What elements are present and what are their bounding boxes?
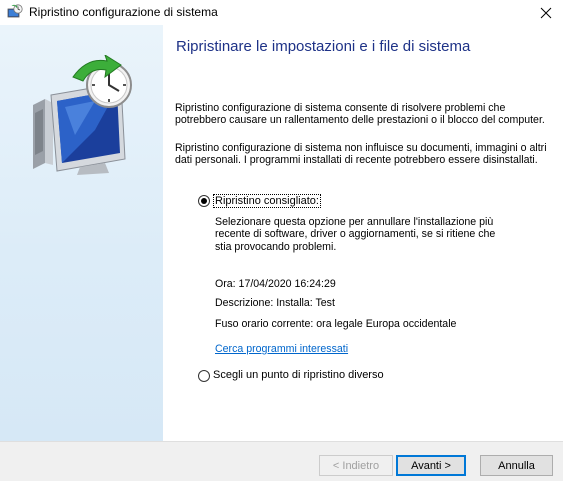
cancel-button[interactable]: Annulla <box>480 455 553 476</box>
choose-other-point-radio[interactable] <box>198 370 210 382</box>
restore-point-timezone: Fuso orario corrente: ora legale Europa … <box>215 318 457 330</box>
system-restore-hero-icon <box>25 53 140 175</box>
next-button[interactable]: Avanti > <box>396 455 466 476</box>
back-button[interactable]: < Indietro <box>319 455 393 476</box>
choose-other-point-label[interactable]: Scegli un punto di ripristino diverso <box>213 369 384 381</box>
footer-bar: < Indietro Avanti > Annulla <box>0 441 563 481</box>
recommended-restore-label[interactable]: Ripristino consigliato: <box>213 194 321 208</box>
recommended-description: Selezionare questa opzione per annullare… <box>215 216 496 253</box>
recommended-restore-radio[interactable] <box>198 195 210 207</box>
window-title: Ripristino configurazione di sistema <box>29 5 218 19</box>
info-paragraph: Ripristino configurazione di sistema non… <box>175 142 547 167</box>
wizard-content: Ripristinare le impostazioni e i file di… <box>163 25 563 441</box>
scan-affected-programs-link[interactable]: Cerca programmi interessati <box>215 343 348 355</box>
restore-point-description: Descrizione: Installa: Test <box>215 297 335 309</box>
side-panel <box>0 25 163 441</box>
close-button[interactable] <box>529 0 563 25</box>
close-icon <box>540 7 552 18</box>
page-title: Ripristinare le impostazioni e i file di… <box>176 38 471 55</box>
restore-point-time: Ora: 17/04/2020 16:24:29 <box>215 278 336 290</box>
title-bar: Ripristino configurazione di sistema <box>0 0 563 25</box>
system-restore-icon <box>7 4 23 20</box>
radio-selected-dot <box>201 198 207 204</box>
intro-paragraph: Ripristino configurazione di sistema con… <box>175 102 545 127</box>
